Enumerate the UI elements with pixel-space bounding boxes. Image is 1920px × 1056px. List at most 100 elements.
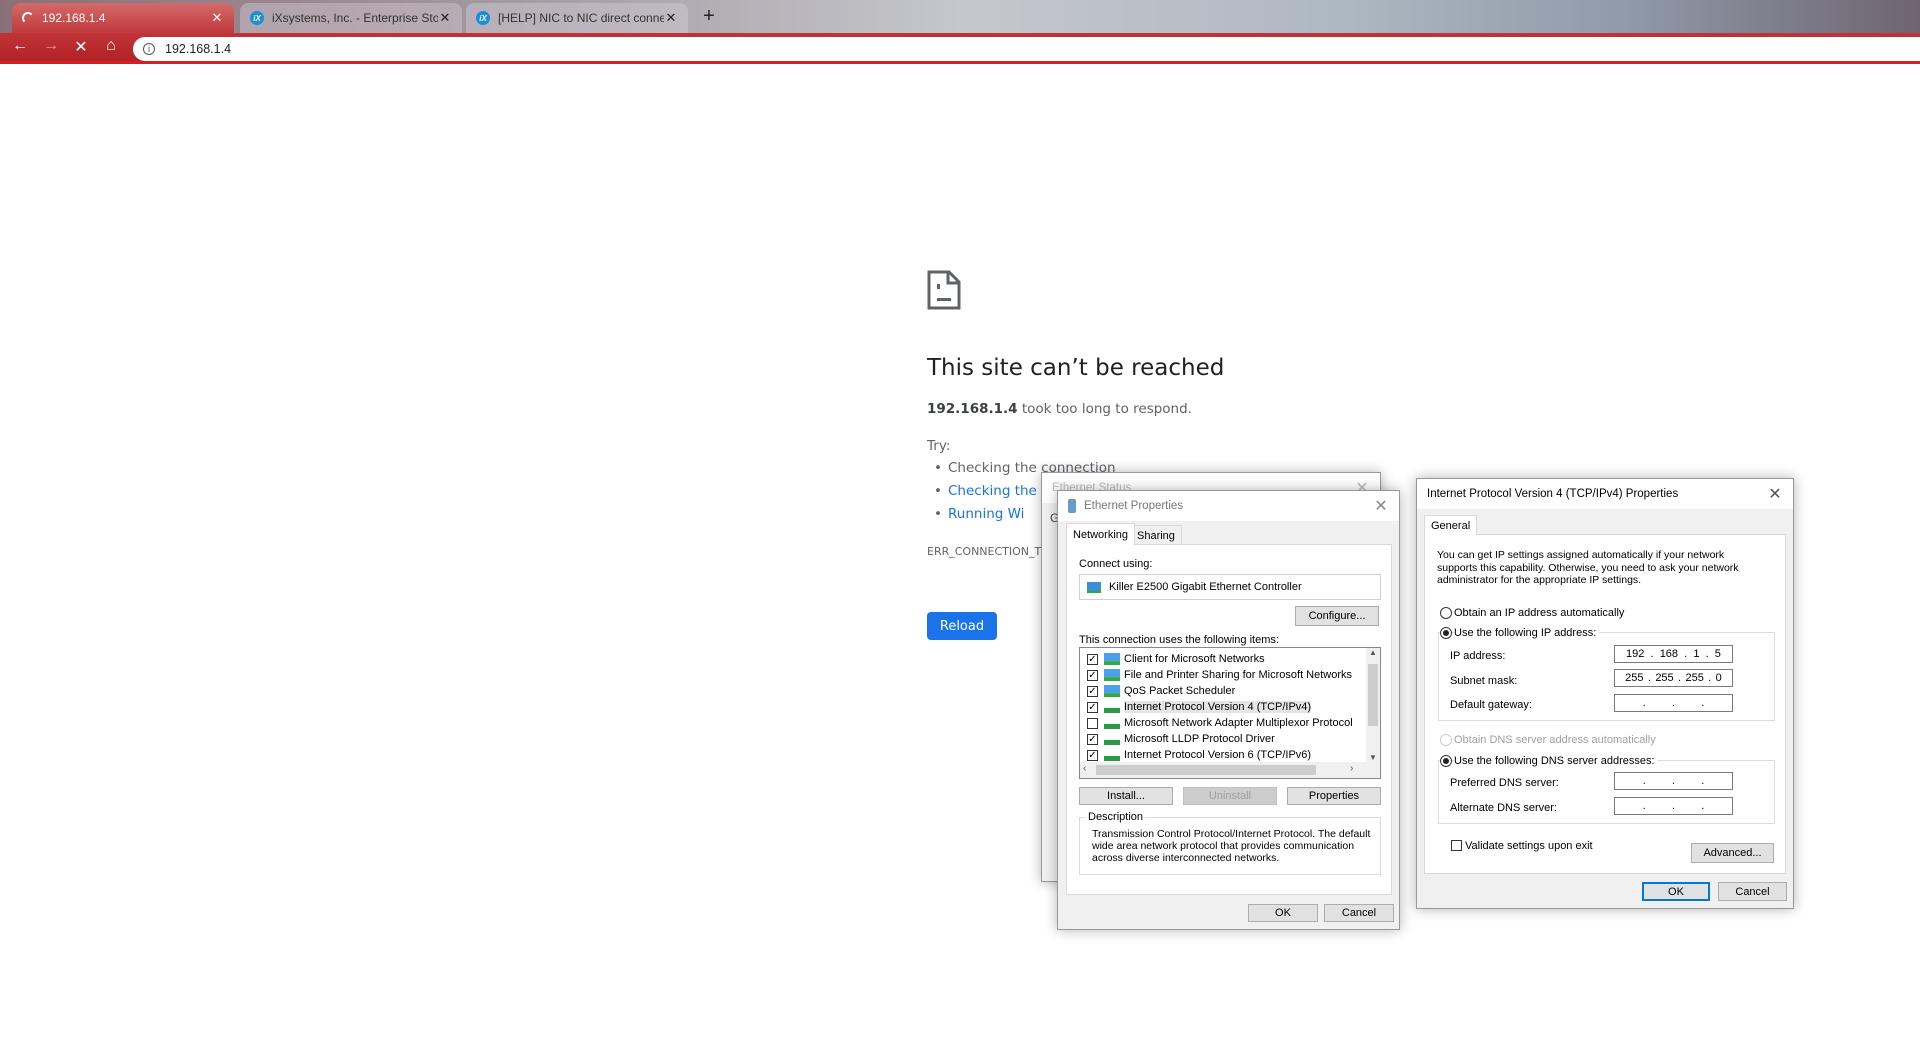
use-ip-label[interactable]: Use the following IP address: bbox=[1454, 627, 1600, 639]
ixsystems-logo-icon: iX bbox=[476, 11, 490, 25]
item-checkbox[interactable]: ✓ bbox=[1087, 733, 1098, 745]
uninstall-button[interactable]: Uninstall bbox=[1183, 787, 1277, 805]
ipv4-properties-dialog: Internet Protocol Version 4 (TCP/IPv4) P… bbox=[1416, 478, 1794, 909]
dialog-title: Ethernet Properties bbox=[1058, 491, 1399, 521]
obtain-dns-auto-radio[interactable] bbox=[1440, 734, 1452, 746]
error-message-text: took too long to respond. bbox=[1017, 401, 1192, 417]
use-ip-radio[interactable] bbox=[1440, 627, 1452, 639]
list-item[interactable]: ✓ Internet Protocol Version 6 (TCP/IPv6) bbox=[1080, 747, 1311, 763]
ip-address-field[interactable]: 192. 168. 1. 5 bbox=[1614, 645, 1733, 663]
dialog-title: Internet Protocol Version 4 (TCP/IPv4) P… bbox=[1417, 479, 1793, 509]
list-item[interactable]: ✓ QoS Packet Scheduler bbox=[1080, 683, 1235, 699]
subnet-mask-field[interactable]: 255. 255. 255. 0 bbox=[1614, 669, 1733, 687]
close-tab-icon[interactable]: ✕ bbox=[438, 10, 452, 26]
item-label: Internet Protocol Version 6 (TCP/IPv6) bbox=[1124, 749, 1312, 761]
list-item[interactable]: ✓ Client for Microsoft Networks bbox=[1080, 651, 1265, 667]
network-client-icon bbox=[1104, 685, 1120, 697]
networking-panel: Connect using: Killer E2500 Gigabit Ethe… bbox=[1066, 544, 1392, 895]
item-label: File and Printer Sharing for Microsoft N… bbox=[1124, 669, 1353, 681]
item-checkbox[interactable]: ✓ bbox=[1087, 749, 1098, 761]
ok-button[interactable]: OK bbox=[1642, 882, 1710, 901]
item-checkbox[interactable] bbox=[1087, 717, 1098, 729]
error-title: This site can’t be reached bbox=[927, 355, 1225, 381]
list-item[interactable]: Microsoft Network Adapter Multiplexor Pr… bbox=[1080, 715, 1353, 731]
default-gateway-field[interactable]: ... bbox=[1614, 694, 1733, 712]
alternate-dns-field[interactable]: ... bbox=[1614, 797, 1733, 815]
adapter-name: Killer E2500 Gigabit Ethernet Controller bbox=[1109, 581, 1302, 593]
tab-192-168-1-4[interactable]: 192.168.1.4 ✕ bbox=[12, 3, 234, 33]
error-code: ERR_CONNECTION_TIM bbox=[927, 545, 1054, 558]
close-tab-icon[interactable]: ✕ bbox=[664, 10, 678, 26]
loading-spinner-icon bbox=[22, 12, 34, 24]
vertical-scrollbar[interactable]: ▲ ▼ bbox=[1366, 648, 1380, 762]
back-arrow-icon[interactable]: ← bbox=[8, 37, 32, 55]
cancel-button[interactable]: Cancel bbox=[1324, 904, 1394, 922]
validate-label[interactable]: Validate settings upon exit bbox=[1465, 840, 1593, 852]
items-label: This connection uses the following items… bbox=[1079, 634, 1279, 646]
list-item[interactable]: ✓ Internet Protocol Version 4 (TCP/IPv4) bbox=[1080, 699, 1312, 715]
horizontal-scrollbar[interactable]: ‹ › bbox=[1080, 762, 1380, 778]
tab-general[interactable]: General bbox=[1424, 515, 1478, 535]
new-tab-button[interactable]: + bbox=[697, 5, 721, 29]
description-label: Description bbox=[1086, 811, 1146, 823]
network-adapter-icon bbox=[1068, 499, 1076, 513]
dialog-title-text: Ethernet Properties bbox=[1084, 500, 1184, 512]
network-client-icon bbox=[1104, 669, 1120, 681]
ok-button[interactable]: OK bbox=[1248, 904, 1318, 922]
properties-button[interactable]: Properties bbox=[1287, 787, 1381, 805]
scroll-left-icon[interactable]: ‹ bbox=[1083, 763, 1086, 774]
tab-title: [HELP] NIC to NIC direct connecti bbox=[498, 11, 664, 25]
use-dns-radio[interactable] bbox=[1440, 755, 1452, 767]
obtain-ip-auto-label[interactable]: Obtain an IP address automatically bbox=[1454, 607, 1624, 619]
obtain-ip-auto-radio[interactable] bbox=[1440, 607, 1452, 619]
stop-loading-icon[interactable]: ✕ bbox=[69, 37, 93, 57]
cancel-button[interactable]: Cancel bbox=[1718, 882, 1787, 901]
forward-arrow-icon[interactable]: → bbox=[39, 37, 63, 55]
item-checkbox[interactable]: ✓ bbox=[1087, 685, 1098, 697]
suggestion-link-diagnostics[interactable]: Running Wi bbox=[934, 506, 1024, 522]
home-icon[interactable]: ⌂ bbox=[99, 37, 123, 55]
item-checkbox[interactable]: ✓ bbox=[1087, 701, 1098, 713]
preferred-dns-field[interactable]: ... bbox=[1614, 772, 1733, 790]
obtain-dns-auto-label[interactable]: Obtain DNS server address automatically bbox=[1454, 734, 1656, 746]
configure-button[interactable]: Configure... bbox=[1295, 606, 1379, 626]
reload-button[interactable]: Reload bbox=[927, 612, 997, 640]
general-panel: You can get IP settings assigned automat… bbox=[1424, 534, 1786, 874]
address-bar[interactable]: i 192.168.1.4 bbox=[133, 37, 1920, 61]
item-checkbox[interactable]: ✓ bbox=[1087, 669, 1098, 681]
validate-checkbox[interactable] bbox=[1451, 840, 1462, 851]
info-icon[interactable]: i bbox=[143, 43, 155, 55]
item-label: Client for Microsoft Networks bbox=[1124, 653, 1265, 665]
item-label: Microsoft LLDP Protocol Driver bbox=[1124, 733, 1275, 745]
advanced-button[interactable]: Advanced... bbox=[1691, 843, 1774, 863]
close-icon[interactable]: ✕ bbox=[1765, 484, 1785, 504]
close-tab-icon[interactable]: ✕ bbox=[210, 10, 224, 26]
ethernet-properties-dialog: Ethernet Properties ✕ Networking Sharing… bbox=[1057, 490, 1400, 930]
network-adapter-icon bbox=[1087, 581, 1101, 593]
close-icon[interactable]: ✕ bbox=[1371, 496, 1391, 516]
dialog-title-text: Internet Protocol Version 4 (TCP/IPv4) P… bbox=[1427, 488, 1679, 500]
protocol-icon bbox=[1104, 701, 1120, 713]
tab-help-nic[interactable]: iX [HELP] NIC to NIC direct connecti ✕ bbox=[466, 3, 688, 33]
use-dns-label[interactable]: Use the following DNS server addresses: bbox=[1454, 755, 1658, 767]
try-label: Try: bbox=[927, 438, 951, 454]
network-client-icon bbox=[1104, 653, 1120, 665]
scroll-up-icon[interactable]: ▲ bbox=[1366, 648, 1380, 657]
protocol-icon bbox=[1104, 749, 1120, 761]
preferred-dns-label: Preferred DNS server: bbox=[1450, 777, 1559, 789]
tab-networking[interactable]: Networking bbox=[1066, 523, 1136, 545]
subnet-mask-label: Subnet mask: bbox=[1450, 675, 1518, 687]
scroll-down-icon[interactable]: ▼ bbox=[1366, 753, 1380, 762]
list-item[interactable]: ✓ File and Printer Sharing for Microsoft … bbox=[1080, 667, 1352, 683]
tab-sharing[interactable]: Sharing bbox=[1130, 525, 1182, 545]
tab-title: iXsystems, Inc. - Enterprise Storag bbox=[272, 11, 438, 25]
default-gateway-label: Default gateway: bbox=[1450, 699, 1532, 711]
address-text[interactable]: 192.168.1.4 bbox=[165, 42, 231, 56]
tab-ixsystems[interactable]: iX iXsystems, Inc. - Enterprise Storag ✕ bbox=[240, 3, 462, 33]
item-checkbox[interactable]: ✓ bbox=[1087, 653, 1098, 665]
scroll-right-icon[interactable]: › bbox=[1350, 763, 1353, 774]
sad-file-icon bbox=[927, 270, 961, 310]
suggestion-link-proxy[interactable]: Checking the bbox=[934, 483, 1037, 499]
list-item[interactable]: ✓ Microsoft LLDP Protocol Driver bbox=[1080, 731, 1275, 747]
install-button[interactable]: Install... bbox=[1079, 787, 1173, 805]
